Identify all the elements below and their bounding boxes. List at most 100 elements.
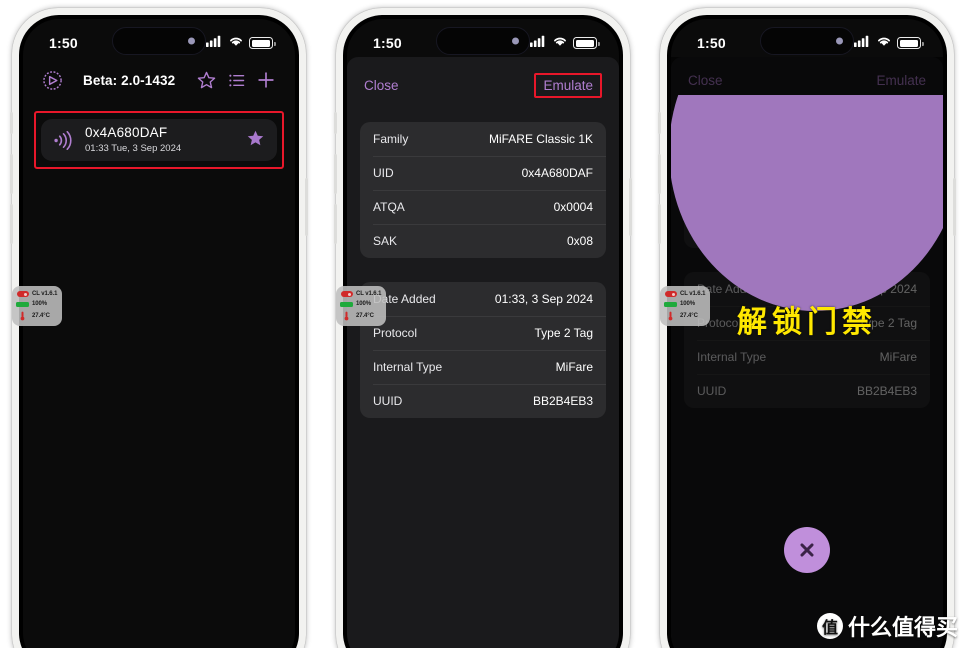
info-value: 0x4A680DAF — [521, 166, 593, 180]
highlight-box-emulate: Emulate — [534, 73, 602, 98]
silent-switch[interactable] — [10, 112, 13, 134]
info-row: ATQA 0x0004 — [360, 190, 606, 224]
volume-up-button[interactable] — [334, 154, 337, 194]
widget-temperature-row: 27.4°C — [664, 311, 706, 321]
phone-3-bezel: 1:50 解锁门禁 — [667, 15, 947, 648]
thermometer-icon — [340, 311, 353, 321]
widget-version-row: CL v1.6.1 — [16, 291, 58, 297]
thermometer-icon — [664, 311, 677, 321]
cancel-emulation-button[interactable] — [784, 527, 830, 573]
emulating-label: 解锁门禁 — [737, 305, 877, 340]
tag-uid-label: 0x4A680DAF — [85, 125, 168, 140]
plus-icon[interactable] — [251, 65, 281, 95]
widget-version-label: CL v1.6.1 — [32, 291, 58, 297]
power-button[interactable] — [305, 178, 308, 236]
volume-up-button[interactable] — [10, 154, 13, 194]
widget-temperature-label: 27.4°C — [680, 313, 698, 319]
widget-battery-row: 100% — [340, 301, 382, 307]
info-key: UID — [373, 166, 394, 180]
info-value: MiFARE Classic 1K — [488, 132, 593, 146]
silent-switch[interactable] — [658, 112, 661, 134]
phone-2-screen: 1:50 Close Emulate Family MiFARE Classic… — [347, 19, 619, 648]
widget-version-row: CL v1.6.1 — [340, 291, 382, 297]
tag-timestamp-label: 01:33 Tue, 3 Sep 2024 — [85, 143, 182, 154]
status-time: 1:50 — [373, 35, 402, 51]
phone-3: 1:50 解锁门禁 — [658, 8, 956, 648]
widget-battery-row: 100% — [664, 301, 706, 307]
battery-full-icon — [249, 37, 276, 49]
volume-up-button[interactable] — [658, 154, 661, 194]
info-row: Internal Type MiFare — [360, 350, 606, 384]
close-x-icon — [796, 539, 818, 561]
widget-version-row: CL v1.6.1 — [664, 291, 706, 297]
dynamic-island — [760, 27, 854, 55]
star-filled-icon[interactable] — [246, 129, 265, 152]
close-button[interactable]: Close — [364, 78, 399, 93]
phone-2: 1:50 Close Emulate Family MiFARE Classic… — [334, 8, 632, 648]
wifi-icon — [552, 34, 568, 52]
info-key: ATQA — [373, 200, 405, 214]
power-button[interactable] — [953, 178, 956, 236]
info-value: MiFare — [555, 360, 593, 374]
volume-down-button[interactable] — [658, 204, 661, 244]
cellular-bars-icon — [206, 34, 223, 52]
volume-down-button[interactable] — [334, 204, 337, 244]
cellular-bars-icon — [854, 34, 871, 52]
power-button[interactable] — [629, 178, 632, 236]
cellular-bars-icon — [530, 34, 547, 52]
floating-device-widget[interactable]: CL v1.6.1 100% 27.4°C — [660, 286, 710, 326]
info-group-secondary: Date Added 01:33, 3 Sep 2024 Protocol Ty… — [360, 282, 606, 418]
dynamic-island — [112, 27, 206, 55]
floating-device-widget[interactable]: CL v1.6.1 100% 27.4°C — [12, 286, 62, 326]
phone-1-bezel: 1:50 Beta: 2.0-1432 0x4A680DAF 01:33 Tue… — [19, 15, 299, 648]
info-key: UUID — [373, 394, 403, 408]
status-time: 1:50 — [697, 35, 726, 51]
info-value: BB2B4EB3 — [532, 394, 593, 408]
info-value: 0x0004 — [553, 200, 593, 214]
widget-battery-label: 100% — [356, 301, 371, 307]
thermometer-icon — [16, 311, 29, 321]
widget-temperature-row: 27.4°C — [340, 311, 382, 321]
phone-3-screen: 1:50 解锁门禁 — [671, 19, 943, 648]
info-row: UUID BB2B4EB3 — [360, 384, 606, 418]
silent-switch[interactable] — [334, 112, 337, 134]
bluetooth-device-icon — [664, 291, 677, 297]
widget-battery-label: 100% — [680, 301, 695, 307]
floating-device-widget[interactable]: CL v1.6.1 100% 27.4°C — [336, 286, 386, 326]
widget-battery-label: 100% — [32, 301, 47, 307]
nfc-scan-icon[interactable] — [37, 65, 67, 95]
volume-down-button[interactable] — [10, 204, 13, 244]
tag-list-item[interactable]: 0x4A680DAF 01:33 Tue, 3 Sep 2024 — [41, 119, 277, 161]
app-toolbar: Beta: 2.0-1432 — [23, 61, 295, 101]
status-indicators — [854, 34, 924, 52]
nfc-wave-icon — [53, 130, 74, 150]
widget-version-label: CL v1.6.1 — [680, 291, 706, 297]
wifi-icon — [228, 34, 244, 52]
list-icon[interactable] — [221, 65, 251, 95]
info-key: Internal Type — [373, 360, 443, 374]
front-camera-dot — [836, 37, 843, 45]
screenshot-root: 1:50 Beta: 2.0-1432 0x4A680DAF 01:33 Tue… — [0, 0, 966, 648]
phone-1-screen: 1:50 Beta: 2.0-1432 0x4A680DAF 01:33 Tue… — [23, 19, 295, 648]
star-outline-icon[interactable] — [191, 65, 221, 95]
emulate-button[interactable]: Emulate — [543, 78, 593, 93]
battery-bar-icon — [16, 301, 29, 307]
status-indicators — [530, 34, 600, 52]
battery-full-icon — [897, 37, 924, 49]
info-key: Protocol — [373, 326, 418, 340]
battery-bar-icon — [340, 301, 353, 307]
phone-2-bezel: 1:50 Close Emulate Family MiFARE Classic… — [343, 15, 623, 648]
info-row: SAK 0x08 — [360, 224, 606, 258]
tag-detail-sheet: Close Emulate Family MiFARE Classic 1K U… — [347, 57, 619, 648]
watermark-text: 什么值得买 — [847, 616, 958, 641]
info-key: Family — [373, 132, 409, 146]
battery-full-icon — [573, 37, 600, 49]
widget-temperature-row: 27.4°C — [16, 311, 58, 321]
info-key: SAK — [373, 234, 398, 248]
info-row: Family MiFARE Classic 1K — [360, 122, 606, 156]
tag-card-texts: 0x4A680DAF 01:33 Tue, 3 Sep 2024 — [85, 125, 235, 155]
wifi-icon — [876, 34, 892, 52]
sheet-header: Close Emulate — [347, 57, 619, 110]
battery-bar-icon — [664, 301, 677, 307]
status-indicators — [206, 34, 276, 52]
